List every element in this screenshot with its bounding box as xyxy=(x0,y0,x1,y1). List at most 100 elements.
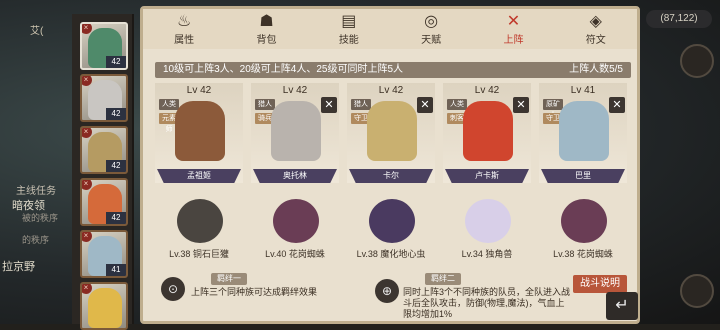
lineup-hero-card[interactable]: Lv 41原矿人守卫✕巴里 xyxy=(539,83,627,183)
currency-value: 87,122 xyxy=(663,13,695,24)
tab-2[interactable]: ▤ 技能 xyxy=(319,13,379,46)
pet-figure xyxy=(177,199,223,243)
remove-hero-icon[interactable]: ✕ xyxy=(513,97,529,113)
remove-mark-icon: × xyxy=(82,128,92,138)
lineup-hero-card[interactable]: Lv 42 猎人 骑兵 ✕ 奥托林 xyxy=(251,83,339,183)
roster-level: 41 xyxy=(106,264,126,276)
currency-display: (87,122) xyxy=(646,10,712,28)
world-top-label: 艾( xyxy=(30,26,44,37)
hero-tag: 猎人 xyxy=(255,99,275,110)
pet-label: Lv.38 花岗蜘蛛 xyxy=(553,249,613,259)
bond-1-text: 上阵三个同种族可达成羁绊效果 xyxy=(191,287,318,297)
bond-2-text: 同时上阵3个不同种族的队员，全队进入战斗后全队攻击，防御(物理,魔法)，气血上限… xyxy=(403,287,571,319)
remove-mark-icon: × xyxy=(82,284,92,294)
roster-hero-slot[interactable]: × xyxy=(80,282,128,330)
lineup-count: 上阵人数5/5 xyxy=(569,64,623,75)
bond-1-icon[interactable]: ⊙ xyxy=(161,277,185,301)
battle-info-button[interactable]: 战斗说明 xyxy=(573,275,627,293)
tab-label: 属性 xyxy=(174,34,195,46)
rune-icon: ◈ xyxy=(589,12,602,30)
remove-hero-icon[interactable]: ✕ xyxy=(321,97,337,113)
pet-card[interactable]: Lv.34 独角兽 xyxy=(443,195,531,267)
hero-figure xyxy=(367,101,417,161)
hero-roster-column: × 42 × 42 × 42 × 42 × 41 × xyxy=(72,14,134,330)
lineup-rule-bar: 10级可上阵3人、20级可上阵4人、25级可同时上阵5人 上阵人数5/5 xyxy=(155,62,631,78)
right-menu-button[interactable] xyxy=(680,44,714,78)
lineup-hero-card[interactable]: Lv 42 人类 刺客 ✕ 卢卡斯 xyxy=(443,83,531,183)
pet-figure xyxy=(369,199,415,243)
lineup-hero-card[interactable]: Lv 42 猎人 守卫 ✕ 卡尔 xyxy=(347,83,435,183)
tab-label: 符文 xyxy=(585,34,606,46)
lineup-rule-text: 10级可上阵3人、20级可上阵4人、25级可同时上阵5人 xyxy=(163,64,404,75)
tab-0[interactable]: ♨ 属性 xyxy=(154,13,214,46)
pet-card[interactable]: Lv.40 花岗蜘蛛 xyxy=(251,195,339,267)
bond-1-title: 羁绊一 xyxy=(211,273,247,285)
pet-label: Lv.40 花岗蜘蛛 xyxy=(265,249,325,259)
hero-tag: 人类 xyxy=(447,99,467,110)
pet-figure xyxy=(465,199,511,243)
hero-tag: 原矿人 xyxy=(543,99,563,119)
bond-2-icon[interactable]: ⊕ xyxy=(375,279,399,303)
pet-figure xyxy=(561,199,607,243)
bond-2-title: 羁绊二 xyxy=(425,273,461,285)
roster-level: 42 xyxy=(106,56,126,68)
remove-hero-icon[interactable]: ✕ xyxy=(417,97,433,113)
roster-hero-slot[interactable]: × 42 xyxy=(80,22,128,70)
hero-name: 卢卡斯 xyxy=(445,169,529,183)
hero-name: 巴里 xyxy=(541,169,625,183)
roster-hero-slot[interactable]: × 42 xyxy=(80,126,128,174)
remove-hero-icon[interactable]: ✕ xyxy=(609,97,625,113)
roster-hero-slot[interactable]: × 42 xyxy=(80,178,128,226)
tab-bar: ♨ 属性 ☗ 背包 ▤ 技能 ◎ 天赋 ✕ 上阵 ◈ 符文 xyxy=(143,9,637,49)
tab-label: 上阵 xyxy=(503,34,524,46)
hero-name: 奥托林 xyxy=(253,169,337,183)
hero-level: Lv 42 xyxy=(186,85,212,96)
pet-card[interactable]: Lv.38 铜石巨獾 xyxy=(155,195,243,267)
tab-label: 技能 xyxy=(338,34,359,46)
hero-name: 卡尔 xyxy=(349,169,433,183)
hero-tag: 人类 xyxy=(159,99,179,110)
hero-figure xyxy=(559,101,609,161)
hero-tag: 猎人 xyxy=(351,99,371,110)
hero-figure xyxy=(175,101,225,161)
hero-level: Lv 42 xyxy=(282,85,308,96)
roster-hero-slot[interactable]: × 41 xyxy=(80,230,128,278)
hero-figure xyxy=(271,101,321,161)
hero-portrait xyxy=(88,288,122,328)
quest-sub-2: 的秩序 xyxy=(22,235,50,245)
tab-4[interactable]: ✕ 上阵 xyxy=(483,13,543,46)
quest-sub: 被的秩序 xyxy=(22,213,59,223)
tab-1[interactable]: ☗ 背包 xyxy=(236,13,296,46)
pet-label: Lv.34 独角兽 xyxy=(461,249,513,259)
hero-level: Lv 42 xyxy=(474,85,500,96)
hero-figure xyxy=(463,101,513,161)
team-panel: ♨ 属性 ☗ 背包 ▤ 技能 ◎ 天赋 ✕ 上阵 ◈ 符文 10级可上阵3人、20级可上阵4人、25级… xyxy=(140,6,640,324)
tab-label: 背包 xyxy=(256,34,277,46)
bond-section: ⊙ 羁绊一 上阵三个同种族可达成羁绊效果 ⊕ 羁绊二 同时上阵3个不同种族的队员… xyxy=(153,271,633,319)
lineup-hero-card[interactable]: Lv 42 人类 元素师 孟祖姬 xyxy=(155,83,243,183)
pet-figure xyxy=(273,199,319,243)
remove-mark-icon: × xyxy=(82,24,92,34)
book-icon: ▤ xyxy=(341,12,357,30)
main-quest-label[interactable]: 主线任务 xyxy=(16,182,56,197)
roster-hero-slot[interactable]: × 42 xyxy=(80,74,128,122)
roster-level: 42 xyxy=(106,212,126,224)
hero-level: Lv 42 xyxy=(378,85,404,96)
flame-icon: ♨ xyxy=(176,12,192,30)
crossed-swords-icon: ✕ xyxy=(506,12,521,30)
roster-level: 42 xyxy=(106,160,126,172)
tab-label: 天赋 xyxy=(421,34,442,46)
hero-level: Lv 41 xyxy=(570,85,596,96)
roster-level: 42 xyxy=(106,108,126,120)
remove-mark-icon: × xyxy=(82,76,92,86)
remove-mark-icon: × xyxy=(82,180,92,190)
tab-3[interactable]: ◎ 天赋 xyxy=(401,13,461,46)
pet-card[interactable]: Lv.38 魔化地心虫 xyxy=(347,195,435,267)
pet-card[interactable]: Lv.38 花岗蜘蛛 xyxy=(539,195,627,267)
eye-icon: ◎ xyxy=(424,12,439,30)
back-arrow-icon[interactable]: ↵ xyxy=(606,292,638,320)
tab-5[interactable]: ◈ 符文 xyxy=(566,13,626,46)
pet-label: Lv.38 铜石巨獾 xyxy=(169,249,229,259)
region-label: 拉京野 xyxy=(2,261,35,273)
right-bottom-button[interactable] xyxy=(680,274,714,308)
